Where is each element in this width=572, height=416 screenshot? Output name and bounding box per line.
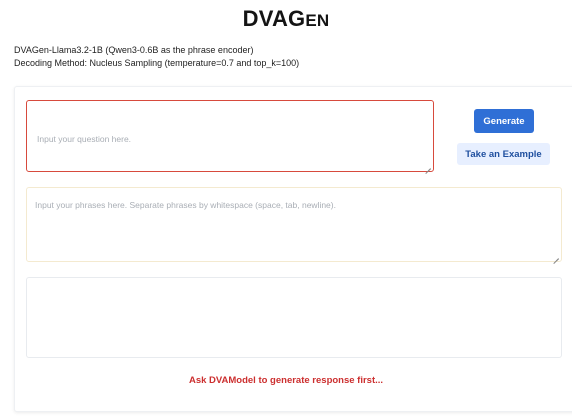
phrases-placeholder: Input your phrases here. Separate phrase… bbox=[35, 200, 336, 210]
app-title-smallcaps: EN bbox=[305, 11, 330, 30]
decoding-line: Decoding Method: Nucleus Sampling (tempe… bbox=[14, 57, 300, 68]
question-input[interactable]: Input your question here. bbox=[26, 100, 434, 172]
app-title-main: DVAG bbox=[242, 6, 306, 31]
model-info: DVAGen-Llama3.2-1B (Qwen3-0.6B as the ph… bbox=[14, 44, 299, 69]
app-title: DVAGEN bbox=[0, 6, 572, 32]
phrases-input[interactable]: Input your phrases here. Separate phrase… bbox=[26, 187, 562, 262]
resize-handle-icon[interactable] bbox=[553, 253, 559, 259]
take-example-button[interactable]: Take an Example bbox=[457, 143, 550, 165]
generate-button[interactable]: Generate bbox=[474, 109, 534, 133]
question-placeholder: Input your question here. bbox=[37, 134, 132, 144]
response-output bbox=[26, 277, 562, 358]
resize-handle-icon[interactable] bbox=[425, 163, 431, 169]
model-line: DVAGen-Llama3.2-1B (Qwen3-0.6B as the ph… bbox=[14, 45, 254, 55]
status-message: Ask DVAModel to generate response first.… bbox=[188, 375, 384, 386]
